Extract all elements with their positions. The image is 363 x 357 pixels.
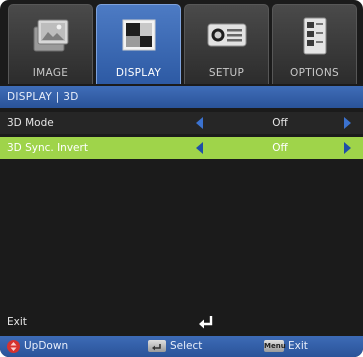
tab-image[interactable]: IMAGE (8, 4, 93, 84)
tab-options-label: OPTIONS (290, 67, 339, 79)
exit-label: Exit (7, 316, 27, 328)
updown-icon (7, 340, 20, 353)
tab-bar: IMAGE DISPLAY SETUP OPTIONS (8, 4, 357, 84)
enter-icon (199, 316, 213, 329)
tab-display-label: DISPLAY (115, 67, 162, 79)
menu-key-icon: Menu (264, 340, 286, 352)
tab-image-label: IMAGE (32, 67, 69, 79)
tab-setup-label: SETUP (208, 67, 245, 79)
legend-updown: UpDown (24, 340, 69, 352)
menu-item-3d-sync-invert[interactable]: 3D Sync. Invert Off (0, 137, 363, 159)
legend-select: Select (170, 340, 203, 352)
key-legend: UpDown Select Menu Exit (0, 336, 363, 357)
arrow-right-icon[interactable] (344, 142, 351, 154)
tab-setup[interactable]: SETUP (184, 4, 269, 84)
menu-item-label: 3D Sync. Invert (7, 142, 88, 154)
menu-item-value: Off (272, 117, 288, 129)
tab-options[interactable]: OPTIONS (272, 4, 357, 84)
breadcrumb: DISPLAY | 3D (0, 86, 363, 108)
menu-item-3d-mode[interactable]: 3D Mode Off (0, 112, 363, 134)
legend-exit: Exit (288, 340, 308, 352)
exit-item[interactable]: Exit (0, 311, 363, 333)
enter-key-icon (148, 340, 166, 352)
tab-display[interactable]: DISPLAY (96, 4, 181, 84)
setup-icon (207, 23, 246, 47)
options-icon (303, 17, 326, 55)
display-icon (122, 19, 155, 51)
menu-item-label: 3D Mode (7, 117, 54, 129)
menu-item-value: Off (272, 142, 288, 154)
image-icon (33, 19, 68, 52)
osd-menu: IMAGE DISPLAY SETUP OPTIONS DISPLAY | 3D… (0, 0, 363, 357)
arrow-right-icon[interactable] (344, 117, 351, 129)
